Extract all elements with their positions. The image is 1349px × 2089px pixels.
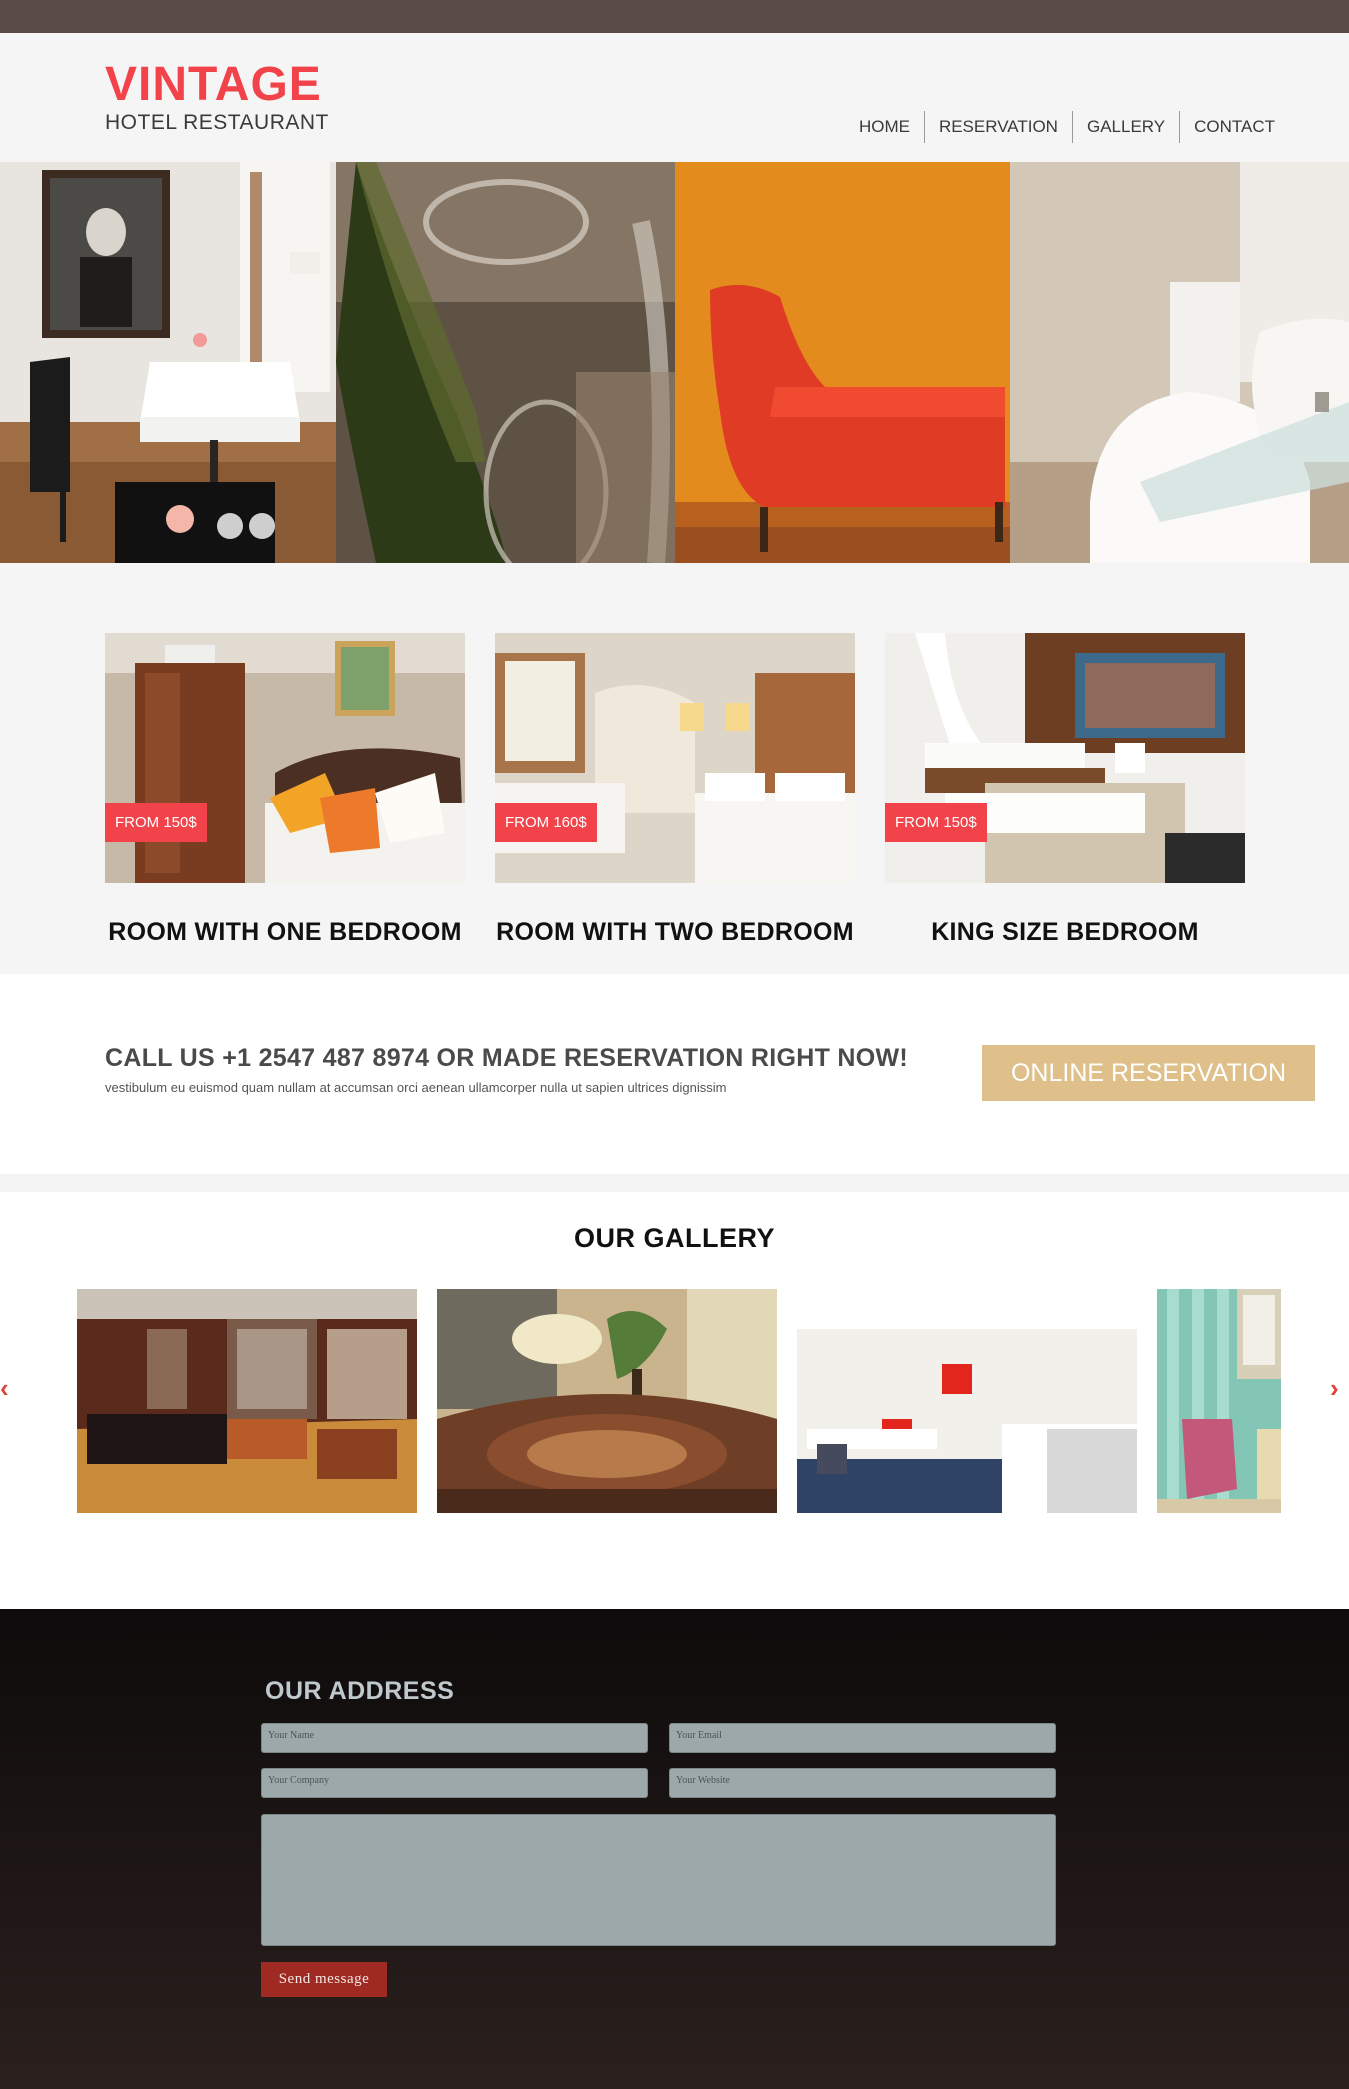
cta-description: vestibulum eu euismod quam nullam at acc… (105, 1080, 727, 1095)
nav-home[interactable]: HOME (845, 111, 924, 143)
hero-armchair-image (675, 162, 1010, 563)
cta-heading: CALL US +1 2547 487 8974 OR MADE RESERVA… (105, 1044, 909, 1072)
room-title[interactable]: KING SIZE BEDROOM (885, 918, 1245, 947)
logo-title: VINTAGE (105, 58, 322, 111)
website-field[interactable]: Your Website (669, 1768, 1056, 1798)
call-to-action-section: CALL US +1 2547 487 8974 OR MADE RESERVA… (0, 974, 1349, 1174)
address-title: OUR ADDRESS (265, 1677, 455, 1705)
gallery-image-office[interactable] (797, 1289, 1137, 1513)
email-field[interactable]: Your Email (669, 1723, 1056, 1753)
logo[interactable]: VINTAGE HOTEL RESTAURANT (105, 61, 329, 135)
hero-wine-glasses-image (336, 162, 675, 563)
gallery-section: OUR GALLERY ‹ › (0, 1192, 1349, 1609)
name-field[interactable]: Your Name (261, 1723, 648, 1753)
hero-dining-room-image (0, 162, 336, 563)
chevron-right-icon[interactable]: › (1330, 1373, 1339, 1404)
rooms-section: FROM 150$ ROOM WITH ONE BEDROOM FROM 160… (0, 563, 1349, 974)
room-price-badge: FROM 150$ (105, 803, 207, 842)
send-message-button[interactable]: Send message (261, 1962, 387, 1997)
top-bar (0, 0, 1349, 33)
room-title[interactable]: ROOM WITH TWO BEDROOM (495, 918, 855, 947)
room-title[interactable]: ROOM WITH ONE BEDROOM (105, 918, 465, 947)
room-price-badge: FROM 150$ (885, 803, 987, 842)
logo-subtitle: HOTEL RESTAURANT (105, 111, 329, 134)
footer-contact: OUR ADDRESS Your Name Your Email Your Co… (0, 1609, 1349, 2089)
main-nav: HOME RESERVATION GALLERY CONTACT (845, 111, 1289, 143)
room-card-one-bedroom[interactable]: FROM 150$ ROOM WITH ONE BEDROOM (105, 633, 465, 947)
gallery-image-pink-chair[interactable] (1157, 1289, 1281, 1513)
hero-banner (0, 162, 1349, 563)
room-card-two-bedroom[interactable]: FROM 160$ ROOM WITH TWO BEDROOM (495, 633, 855, 947)
message-textarea[interactable] (261, 1814, 1056, 1946)
nav-contact[interactable]: CONTACT (1179, 111, 1289, 143)
nav-reservation[interactable]: RESERVATION (923, 111, 1072, 143)
room-king-size-image: FROM 150$ (885, 633, 1245, 883)
room-two-bedroom-image: FROM 160$ (495, 633, 855, 883)
chevron-left-icon[interactable]: ‹ (0, 1373, 9, 1404)
gallery-title: OUR GALLERY (574, 1223, 775, 1253)
gallery-image-restaurant[interactable] (77, 1289, 417, 1513)
hero-white-chairs-image (1010, 162, 1349, 563)
room-card-king-size[interactable]: FROM 150$ KING SIZE BEDROOM (885, 633, 1245, 947)
site-header: VINTAGE HOTEL RESTAURANT HOME RESERVATIO… (0, 33, 1349, 162)
section-divider (0, 1174, 1349, 1192)
company-field[interactable]: Your Company (261, 1768, 648, 1798)
gallery-image-lounge[interactable] (437, 1289, 777, 1513)
nav-gallery[interactable]: GALLERY (1071, 111, 1179, 143)
room-price-badge: FROM 160$ (495, 803, 597, 842)
online-reservation-button[interactable]: ONLINE RESERVATION (982, 1045, 1315, 1101)
room-one-bedroom-image: FROM 150$ (105, 633, 465, 883)
